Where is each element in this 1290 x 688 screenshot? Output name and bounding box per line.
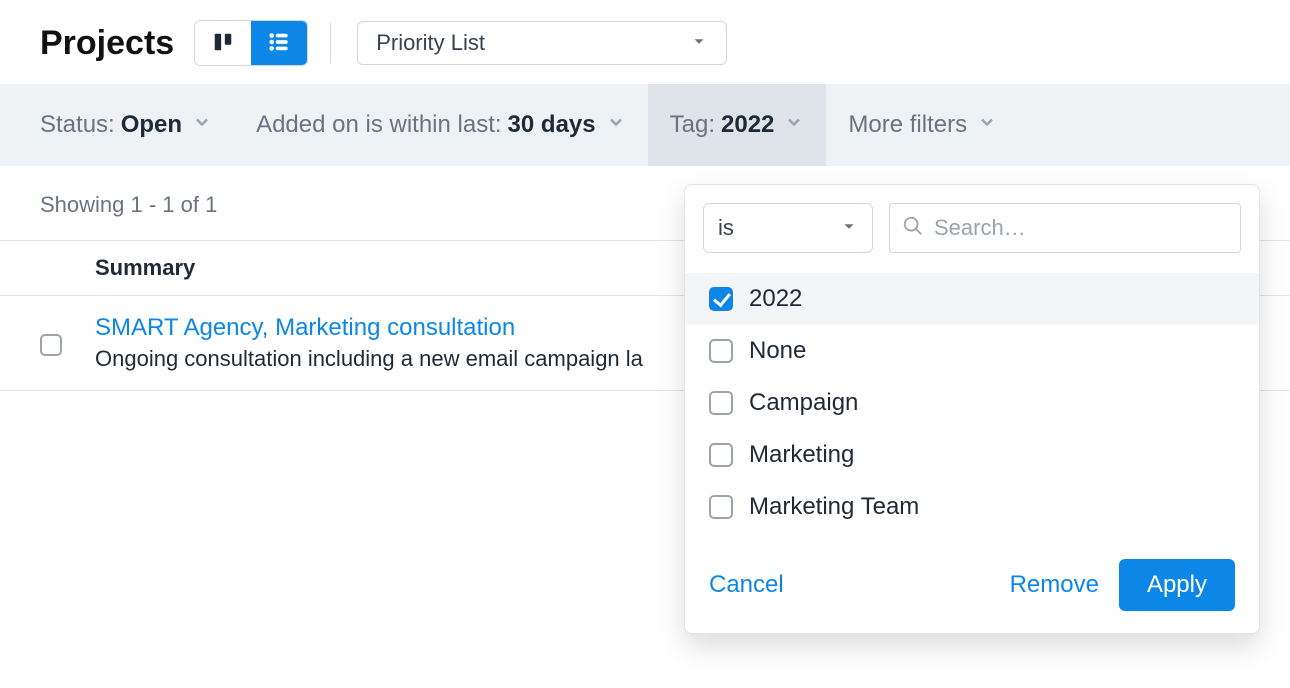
- filter-more[interactable]: More filters: [848, 84, 997, 166]
- board-icon: [212, 31, 234, 56]
- tag-option-label: Campaign: [749, 389, 858, 417]
- board-view-button[interactable]: [195, 21, 251, 65]
- row-checkbox-cell: [40, 314, 95, 372]
- list-view-button[interactable]: [251, 21, 307, 65]
- page-header: Projects Priority List: [0, 0, 1290, 84]
- tag-options-list: 2022 None Campaign Marketing Marketing T…: [685, 271, 1259, 541]
- filter-status[interactable]: Status: Open: [40, 84, 212, 166]
- tag-option-checkbox[interactable]: [709, 495, 733, 519]
- filter-label: Added on is within last:: [256, 111, 501, 139]
- apply-button[interactable]: Apply: [1119, 559, 1235, 611]
- list-icon: [268, 31, 290, 56]
- tag-option-checkbox[interactable]: [709, 391, 733, 415]
- tag-option-label: Marketing Team: [749, 493, 919, 521]
- filter-tag[interactable]: Tag: 2022: [648, 84, 827, 166]
- tag-option[interactable]: Campaign: [685, 377, 1259, 429]
- divider: [330, 23, 331, 63]
- list-selector[interactable]: Priority List: [357, 21, 727, 65]
- remove-button[interactable]: Remove: [1010, 571, 1099, 599]
- tag-option-label: 2022: [749, 285, 802, 313]
- tag-option[interactable]: Marketing: [685, 429, 1259, 481]
- tag-option-checkbox[interactable]: [709, 287, 733, 311]
- column-summary: Summary: [95, 255, 195, 281]
- operator-select[interactable]: is: [703, 203, 873, 253]
- operator-value: is: [718, 215, 734, 241]
- filter-label: Status:: [40, 111, 115, 139]
- dropdown-controls: is: [685, 185, 1259, 271]
- chevron-down-icon: [606, 111, 626, 139]
- tag-filter-dropdown: is 2022 None Campaign Marketing Marketin…: [684, 184, 1260, 634]
- tag-option[interactable]: Marketing Team: [685, 481, 1259, 533]
- view-toggle: [194, 20, 308, 66]
- filter-value: 2022: [721, 111, 774, 139]
- search-icon: [902, 215, 934, 242]
- filter-value: Open: [121, 111, 182, 139]
- tag-option-label: Marketing: [749, 441, 854, 469]
- filter-label: Tag:: [670, 111, 715, 139]
- tag-option-checkbox[interactable]: [709, 443, 733, 467]
- dropdown-actions: Cancel Remove Apply: [685, 541, 1259, 633]
- tag-search-wrapper: [889, 203, 1241, 253]
- chevron-down-icon: [977, 111, 997, 139]
- caret-down-icon: [840, 215, 858, 241]
- cancel-button[interactable]: Cancel: [709, 571, 784, 599]
- tag-option[interactable]: None: [685, 325, 1259, 377]
- row-checkbox[interactable]: [40, 334, 62, 356]
- filter-bar: Status: Open Added on is within last: 30…: [0, 84, 1290, 166]
- filter-added-on[interactable]: Added on is within last: 30 days: [256, 84, 626, 166]
- tag-option-label: None: [749, 337, 806, 365]
- chevron-down-icon: [784, 111, 804, 139]
- tag-search-input[interactable]: [934, 215, 1228, 241]
- caret-down-icon: [690, 30, 708, 56]
- tag-option-checkbox[interactable]: [709, 339, 733, 363]
- page-title: Projects: [40, 24, 174, 63]
- tag-option[interactable]: 2022: [685, 273, 1259, 325]
- chevron-down-icon: [192, 111, 212, 139]
- list-selector-value: Priority List: [376, 30, 485, 56]
- filter-value: 30 days: [508, 111, 596, 139]
- filter-label: More filters: [848, 111, 967, 139]
